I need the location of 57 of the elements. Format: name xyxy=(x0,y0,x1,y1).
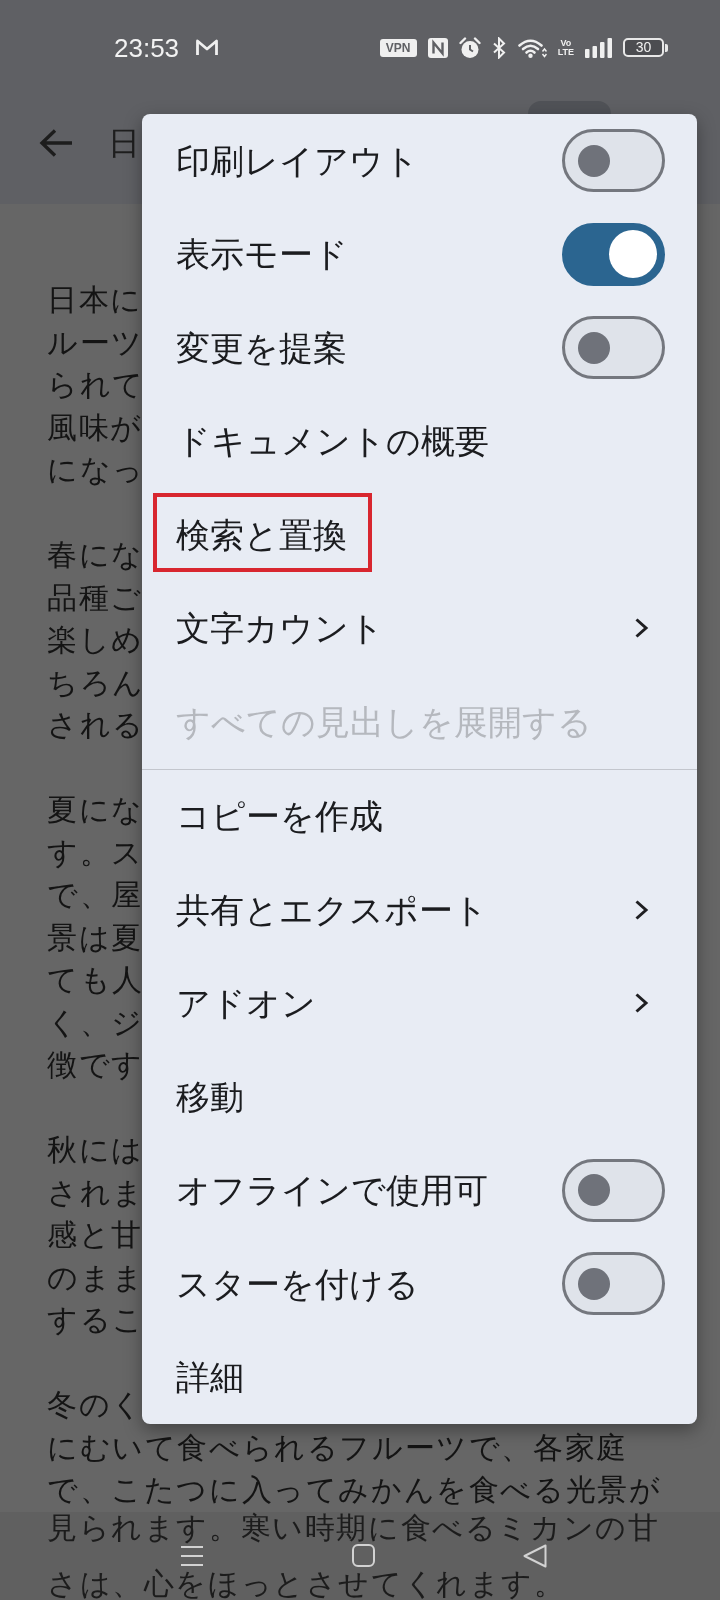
document-text-line: 楽しめ xyxy=(47,621,144,659)
status-time: 23:53 xyxy=(114,32,180,63)
bluetooth-icon xyxy=(491,36,507,59)
vpn-badge: VPN xyxy=(379,38,417,57)
document-text-line: される xyxy=(47,706,145,744)
signal-icon xyxy=(585,37,612,58)
document-text-line: のまま xyxy=(47,1258,145,1297)
document-text-line: にむいて食べられるフルーツで、各家庭 xyxy=(47,1428,628,1467)
wifi-icon xyxy=(517,37,547,58)
document-text-line: ても人 xyxy=(47,961,144,999)
m-logo-icon xyxy=(196,39,219,56)
document-text-line: す。ス xyxy=(47,833,144,872)
document-title: 日 xyxy=(108,123,140,163)
document-text-line: 春にな xyxy=(47,536,144,574)
chevron-right-icon xyxy=(634,992,649,1015)
menu-item[interactable]: 移動 xyxy=(142,1050,697,1144)
document-text-line: 景は夏 xyxy=(47,918,143,957)
document-text-line: 冬のく xyxy=(47,1386,144,1424)
document-text-line: になっ xyxy=(47,451,145,489)
document-text-line: 風味が xyxy=(47,408,143,447)
document-text-line: ちろん xyxy=(47,663,145,702)
menu-icon[interactable] xyxy=(180,1544,204,1567)
document-text-line: られて xyxy=(47,366,145,404)
menu-item[interactable]: 印刷レイアウト xyxy=(142,114,697,208)
alarm-icon xyxy=(458,36,481,59)
back-arrow-icon[interactable] xyxy=(39,128,73,158)
document-text-line: 感と甘 xyxy=(47,1216,143,1254)
document-text-line: 見られます。寒い時期に食べるミカンの甘 xyxy=(47,1511,660,1544)
document-text-line: 秋には xyxy=(47,1131,144,1169)
menu-item[interactable]: 検索と置換 xyxy=(142,488,697,582)
home-icon[interactable] xyxy=(352,1544,375,1567)
document-text-line: く、ジ xyxy=(47,1003,144,1042)
document-text-line: 徴です xyxy=(47,1046,144,1084)
menu-item[interactable]: コピーを作成 xyxy=(142,769,697,863)
menu-item[interactable]: 共有とエクスポート xyxy=(142,863,697,957)
menu-item[interactable]: 詳細 xyxy=(142,1330,697,1424)
menu-item[interactable]: 文字カウント xyxy=(142,581,697,675)
document-text-line: 日本に xyxy=(47,281,143,319)
document-text-line: で、屋 xyxy=(47,876,143,914)
document-text-line: さは、心をほっとさせてくれます。 xyxy=(47,1567,566,1600)
menu-item[interactable]: ドキュメントの概要 xyxy=(142,394,697,488)
document-text-line: されま xyxy=(47,1173,145,1212)
chevron-right-icon xyxy=(634,617,649,640)
back-icon[interactable] xyxy=(523,1543,547,1568)
chevron-right-icon xyxy=(634,898,649,921)
volte-label: Vo LTE xyxy=(557,38,574,57)
nfc-icon xyxy=(427,37,448,58)
menu-item[interactable]: 変更を提案 xyxy=(142,301,697,395)
menu-item[interactable]: アドオン xyxy=(142,956,697,1050)
document-text-line: で、こたつに入ってみかんを食べる光景が xyxy=(47,1471,662,1509)
document-text-line: 品種ご xyxy=(47,578,143,617)
document-text-line: ルーツ xyxy=(47,323,144,362)
menu-item[interactable]: 表示モード xyxy=(142,207,697,301)
menu-item[interactable]: オフラインで使用可 xyxy=(142,1143,697,1237)
document-text-line: 夏にな xyxy=(47,791,144,829)
document-text-line: するこ xyxy=(47,1301,145,1339)
menu-item[interactable]: スターを付ける xyxy=(142,1237,697,1331)
